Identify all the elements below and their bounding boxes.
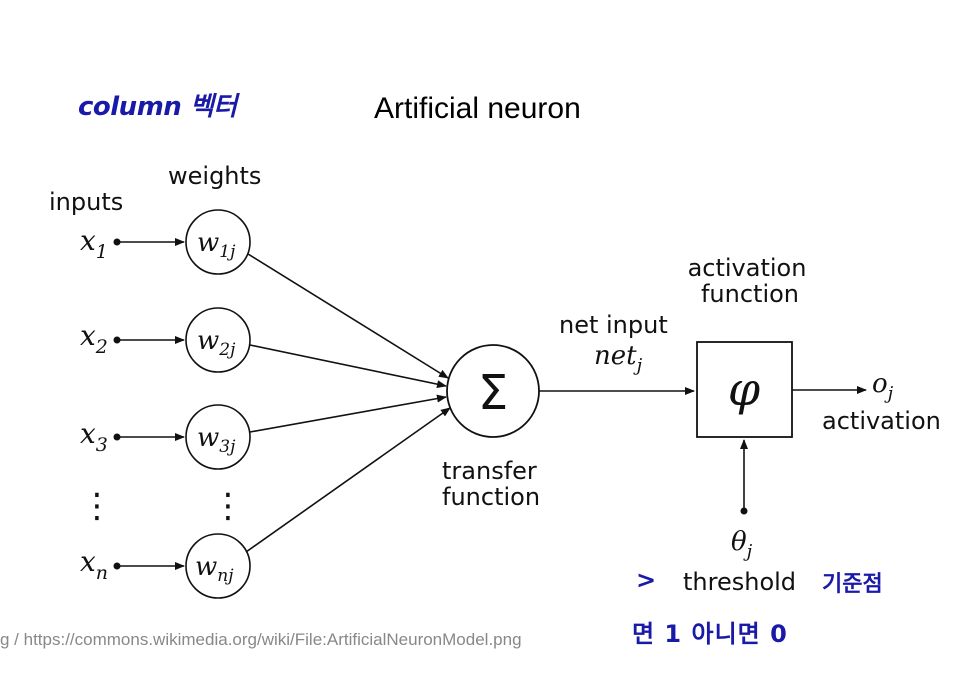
edge-w1-sum [247, 253, 449, 379]
transfer-function-label-1: transfer [442, 457, 537, 485]
inputs-vdots: ⋮ [80, 486, 114, 526]
weights-vdots: ⋮ [211, 486, 245, 526]
diagram-page: Artificial neuron column 벡터 inputs weigh… [0, 0, 960, 678]
theta-j-symbol: θj [731, 527, 753, 562]
annotation-rule: 면 1 아니면 0 [632, 620, 788, 648]
net-j-symbol: netj [594, 341, 643, 376]
activation-function-label-1: activation [688, 254, 807, 282]
edge-w2-sum [249, 344, 447, 389]
activation-function-label-2: function [701, 280, 799, 308]
input-x3: x3 [80, 417, 108, 456]
annotation-arrow-mark: > [636, 566, 657, 594]
threshold-label: threshold [683, 568, 796, 596]
phi-symbol: φ [728, 362, 761, 416]
edge-wn-sum [245, 407, 451, 553]
input-x2: x2 [80, 319, 108, 358]
net-input-label: net input [559, 311, 668, 339]
sigma-symbol: Σ [478, 365, 508, 421]
input-xn: xn [80, 545, 108, 584]
activation-label: activation [822, 407, 941, 435]
output-oj: oj [872, 369, 894, 404]
inputs-label: inputs [49, 188, 123, 216]
input-x1: x1 [80, 224, 108, 263]
neuron-diagram: inputs weights x1 x2 x3 ⋮ ⋮ xn w1j w2j w… [49, 162, 941, 599]
transfer-function-label-2: function [442, 483, 540, 511]
edge-w3-sum [249, 394, 447, 433]
annotation-reference-point: 기준점 [822, 572, 883, 597]
source-credit: g / https://commons.wikimedia.org/wiki/F… [0, 630, 522, 649]
weights-label: weights [168, 162, 261, 190]
